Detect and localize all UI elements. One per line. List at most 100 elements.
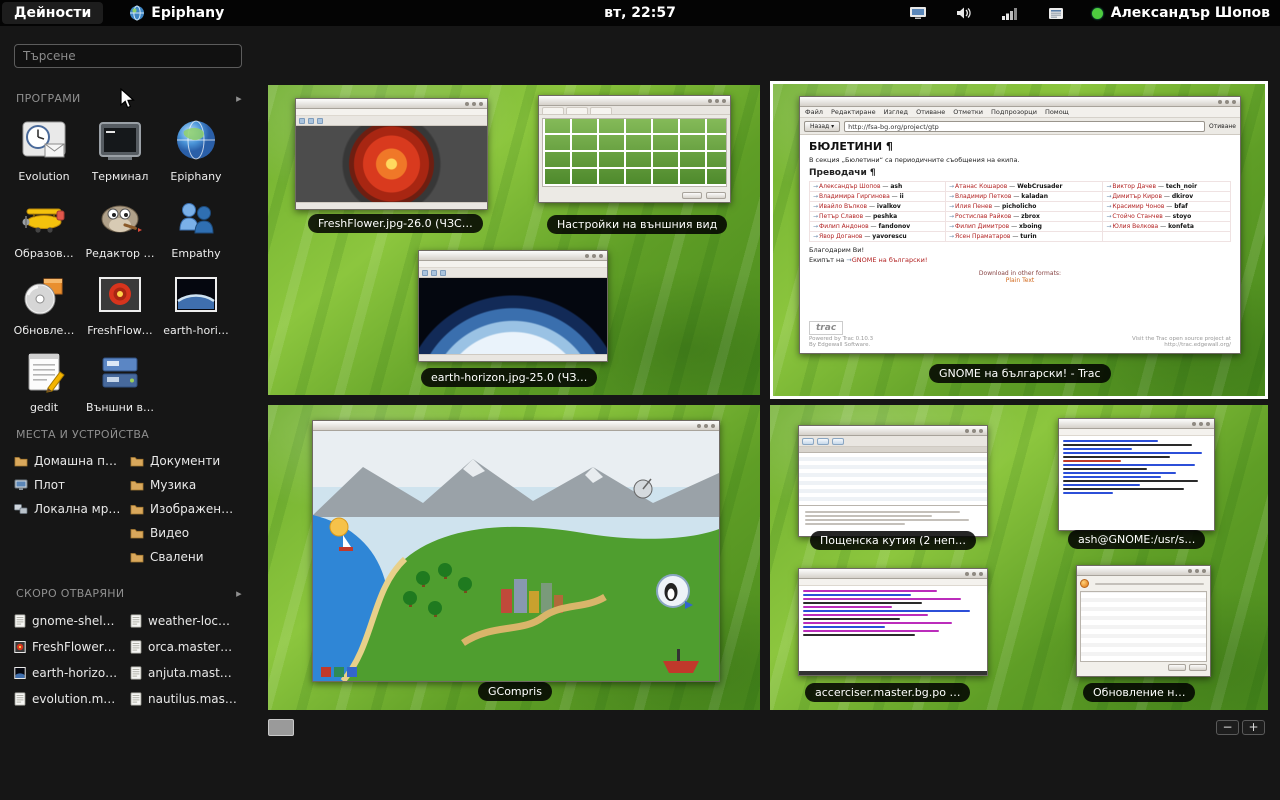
place-item-pictures[interactable]: Изображен… bbox=[130, 497, 246, 521]
recent-item-orca[interactable]: orca.master… bbox=[130, 634, 246, 660]
window-terminal[interactable] bbox=[1058, 418, 1215, 531]
window-label-appearance: Настройки на външния вид bbox=[547, 215, 727, 234]
window-mailbox[interactable] bbox=[798, 425, 988, 537]
window-earth-horizon[interactable] bbox=[418, 250, 608, 362]
page-subheading: Преводачи ¶ bbox=[809, 168, 1231, 178]
window-gcompris[interactable] bbox=[312, 420, 720, 682]
programs-header: ПРОГРАМИ ▸ bbox=[16, 92, 242, 105]
folder-icon bbox=[130, 527, 144, 539]
freshflower-content bbox=[296, 109, 487, 209]
document-icon bbox=[130, 640, 142, 654]
window-buttons-icon bbox=[479, 102, 483, 106]
window-titlebar bbox=[296, 99, 487, 109]
workspace-indicator bbox=[268, 719, 294, 736]
window-label-po-editor: accerciser.master.bg.po … bbox=[805, 683, 970, 702]
window-titlebar bbox=[313, 421, 719, 431]
place-label: Плот bbox=[34, 478, 65, 492]
clock[interactable]: вт, 22:57 bbox=[604, 5, 676, 21]
workspace-3[interactable]: GCompris bbox=[268, 405, 760, 710]
app-item-freshflower[interactable]: FreshFlow… bbox=[82, 269, 158, 337]
gimp-wilber-icon bbox=[94, 192, 146, 244]
window-buttons-icon bbox=[1206, 422, 1210, 426]
display-icon[interactable] bbox=[908, 5, 928, 21]
workspace-1[interactable]: FreshFlower.jpg-26.0 (ЧЗС… Настройки на … bbox=[268, 85, 760, 395]
folder-icon bbox=[14, 455, 28, 467]
recent-label: weather-loc… bbox=[148, 614, 230, 628]
workspace-4[interactable]: Пощенска кутия (2 неп… ash@GNOME:/usr/s…… bbox=[770, 405, 1268, 710]
window-po-editor[interactable] bbox=[798, 568, 988, 676]
window-freshflower[interactable] bbox=[295, 98, 488, 210]
place-item-videos[interactable]: Видео bbox=[130, 521, 246, 545]
recent-item-freshflower[interactable]: FreshFlower… bbox=[14, 634, 130, 660]
document-icon bbox=[14, 692, 26, 706]
folder-icon bbox=[130, 479, 144, 491]
image-icon bbox=[14, 666, 26, 680]
places-list: Домашна п… Плот Локална мр… Документи Му… bbox=[14, 449, 258, 569]
recent-item-evolution[interactable]: evolution.m… bbox=[14, 686, 130, 712]
document-icon bbox=[130, 614, 142, 628]
volume-icon[interactable] bbox=[954, 5, 974, 21]
window-label-trac: GNOME на български! - Trac bbox=[929, 364, 1111, 383]
network-signal-icon[interactable] bbox=[1000, 5, 1020, 21]
browser-menubar: ФайлРедактиранеИзгледОтиванеОтметкиПодпр… bbox=[800, 107, 1240, 118]
window-updates[interactable] bbox=[1076, 565, 1211, 677]
user-menu[interactable]: Александър Шопов bbox=[1092, 5, 1274, 21]
app-item-drives[interactable]: Външни в… bbox=[82, 346, 158, 414]
recent-item-weather[interactable]: weather-loc… bbox=[130, 608, 246, 634]
app-item-epiphany[interactable]: Epiphany bbox=[158, 115, 234, 183]
app-item-earth[interactable]: earth-hori… bbox=[158, 269, 234, 337]
place-item-network[interactable]: Локална мр… bbox=[14, 497, 130, 521]
thanks-line: Благодарим Ви! bbox=[809, 246, 1231, 254]
network-icon bbox=[14, 503, 28, 515]
app-item-terminal[interactable]: Терминал bbox=[82, 115, 158, 183]
flower-photo bbox=[296, 126, 487, 202]
places-header: МЕСТА И УСТРОЙСТВА bbox=[16, 428, 242, 441]
status-area: Александър Шопов bbox=[908, 0, 1274, 26]
recent-header: СКОРО ОТВАРЯНИ ▸ bbox=[16, 587, 242, 600]
app-item-gcompris[interactable]: Образов… bbox=[6, 192, 82, 260]
recent-item-nautilus[interactable]: nautilus.mas… bbox=[130, 686, 246, 712]
app-label: earth-hori… bbox=[163, 324, 229, 337]
app-item-gedit[interactable]: gedit bbox=[6, 346, 82, 414]
freshflower-thumbnail-icon bbox=[94, 269, 146, 321]
programs-expander-icon[interactable]: ▸ bbox=[236, 92, 242, 105]
app-label: FreshFlow… bbox=[87, 324, 152, 337]
recent-item-earth-horizon[interactable]: earth-horizo… bbox=[14, 660, 130, 686]
search-input[interactable] bbox=[14, 44, 242, 68]
image-icon bbox=[14, 640, 26, 654]
activities-button[interactable]: Дейности bbox=[2, 2, 103, 24]
add-workspace-button[interactable]: + bbox=[1242, 720, 1265, 735]
recent-item-gnome-shell[interactable]: gnome-shel… bbox=[14, 608, 130, 634]
place-item-music[interactable]: Музика bbox=[130, 473, 246, 497]
app-menu[interactable]: Epiphany bbox=[129, 5, 224, 21]
window-titlebar bbox=[800, 97, 1240, 107]
place-item-documents[interactable]: Документи bbox=[130, 449, 246, 473]
app-item-evolution[interactable]: Evolution bbox=[6, 115, 82, 183]
place-label: Локална мр… bbox=[34, 502, 120, 516]
window-titlebar bbox=[539, 96, 730, 106]
programs-title: ПРОГРАМИ bbox=[16, 92, 81, 105]
earth-photo bbox=[419, 278, 607, 354]
place-item-home[interactable]: Домашна п… bbox=[14, 449, 130, 473]
download-block: Download in other formats: Plain Text bbox=[809, 270, 1231, 284]
window-titlebar bbox=[1077, 566, 1210, 576]
team-line: Екипът на GNOME на български! bbox=[809, 256, 1231, 264]
place-item-desktop[interactable]: Плот bbox=[14, 473, 130, 497]
recent-item-anjuta[interactable]: anjuta.mast… bbox=[130, 660, 246, 686]
window-titlebar bbox=[799, 569, 987, 579]
app-item-empathy[interactable]: Empathy bbox=[158, 192, 234, 260]
recent-expander-icon[interactable]: ▸ bbox=[236, 587, 242, 600]
keyboard-icon[interactable] bbox=[1046, 5, 1066, 21]
document-icon bbox=[130, 666, 142, 680]
app-menu-label: Epiphany bbox=[151, 5, 224, 21]
place-item-downloads[interactable]: Свалени bbox=[130, 545, 246, 569]
app-item-gimp[interactable]: Редактор … bbox=[82, 192, 158, 260]
window-label-freshflower: FreshFlower.jpg-26.0 (ЧЗС… bbox=[308, 214, 483, 233]
window-trac-browser[interactable]: ФайлРедактиранеИзгледОтиванеОтметкиПодпр… bbox=[799, 96, 1241, 354]
app-label: Обновле… bbox=[14, 324, 75, 337]
window-appearance-settings[interactable] bbox=[538, 95, 731, 203]
remove-workspace-button[interactable]: − bbox=[1216, 720, 1239, 735]
workspace-2-active[interactable]: ФайлРедактиранеИзгледОтиванеОтметкиПодпр… bbox=[770, 81, 1268, 399]
app-item-updates[interactable]: Обновле… bbox=[6, 269, 82, 337]
desktop-icon bbox=[14, 479, 28, 491]
